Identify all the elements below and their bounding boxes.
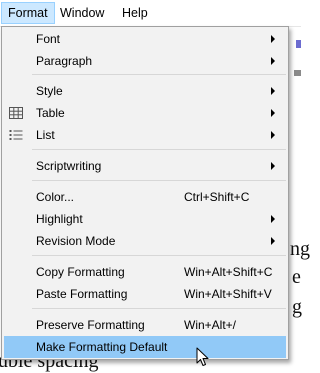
submenu-arrow-icon xyxy=(271,87,275,95)
menu-item-label: Paste Formatting xyxy=(36,287,128,301)
menu-item-paste-formatting[interactable]: Paste Formatting Win+Alt+Shift+V xyxy=(4,283,286,305)
bulleted-list-icon xyxy=(9,130,23,140)
document-selection-mark xyxy=(296,40,301,48)
table-grid-icon xyxy=(9,107,23,119)
menu-item-shortcut: Win+Alt+/ xyxy=(184,318,237,332)
submenu-arrow-icon xyxy=(271,131,275,139)
menu-bar: Format Window Help xyxy=(0,0,301,27)
menu-item-label: Table xyxy=(36,106,65,120)
submenu-arrow-icon xyxy=(271,57,275,65)
menu-item-label: Paragraph xyxy=(36,54,93,68)
menu-item-label: Revision Mode xyxy=(36,234,116,248)
menu-separator xyxy=(32,255,286,256)
submenu-arrow-icon xyxy=(271,35,275,43)
submenu-arrow-icon xyxy=(271,215,275,223)
menu-item-label: Scriptwriting xyxy=(36,159,102,173)
menu-item-revision-mode[interactable]: Revision Mode xyxy=(4,230,286,252)
mouse-pointer-icon xyxy=(196,347,209,366)
menu-item-label: Style xyxy=(36,84,63,98)
menu-help[interactable]: Help xyxy=(116,2,154,24)
menu-format[interactable]: Format xyxy=(1,2,55,24)
menu-separator xyxy=(32,308,286,309)
menu-item-label: Color... xyxy=(36,190,75,204)
menu-item-label: Make Formatting Default xyxy=(36,340,168,354)
menu-window[interactable]: Window xyxy=(54,2,110,24)
menu-item-label: Highlight xyxy=(36,212,83,226)
submenu-arrow-icon xyxy=(271,162,275,170)
menu-separator xyxy=(32,74,286,75)
menu-item-shortcut: Ctrl+Shift+C xyxy=(184,190,250,204)
menu-item-highlight[interactable]: Highlight xyxy=(4,208,286,230)
menu-item-font[interactable]: Font xyxy=(4,28,286,50)
document-text-mark xyxy=(294,70,301,76)
menu-item-color[interactable]: Color... Ctrl+Shift+C xyxy=(4,186,286,208)
submenu-arrow-icon xyxy=(271,237,275,245)
menu-item-shortcut: Win+Alt+Shift+C xyxy=(184,265,273,279)
menu-separator xyxy=(32,149,286,150)
document-text-fragment: g xyxy=(292,296,302,318)
menu-item-list[interactable]: List xyxy=(4,124,286,146)
menu-item-scriptwriting[interactable]: Scriptwriting xyxy=(4,155,286,177)
menu-item-table[interactable]: Table xyxy=(4,102,286,124)
menu-item-label: List xyxy=(36,128,55,142)
menu-item-shortcut: Win+Alt+Shift+V xyxy=(184,287,272,301)
format-menu: Font Paragraph Style Table List Scriptwr… xyxy=(1,26,289,360)
document-text-fragment: ng xyxy=(290,238,310,260)
menu-item-label: Font xyxy=(36,32,61,46)
menu-item-paragraph[interactable]: Paragraph xyxy=(4,50,286,72)
menu-item-copy-formatting[interactable]: Copy Formatting Win+Alt+Shift+C xyxy=(4,261,286,283)
menu-item-style[interactable]: Style xyxy=(4,80,286,102)
menu-item-preserve-formatting[interactable]: Preserve Formatting Win+Alt+/ xyxy=(4,314,286,336)
submenu-arrow-icon xyxy=(271,109,275,117)
menu-item-label: Preserve Formatting xyxy=(36,318,145,332)
menu-separator xyxy=(32,180,286,181)
document-text-fragment: e xyxy=(292,266,301,288)
menu-item-make-formatting-default[interactable]: Make Formatting Default xyxy=(4,336,286,358)
menu-item-label: Copy Formatting xyxy=(36,265,125,279)
